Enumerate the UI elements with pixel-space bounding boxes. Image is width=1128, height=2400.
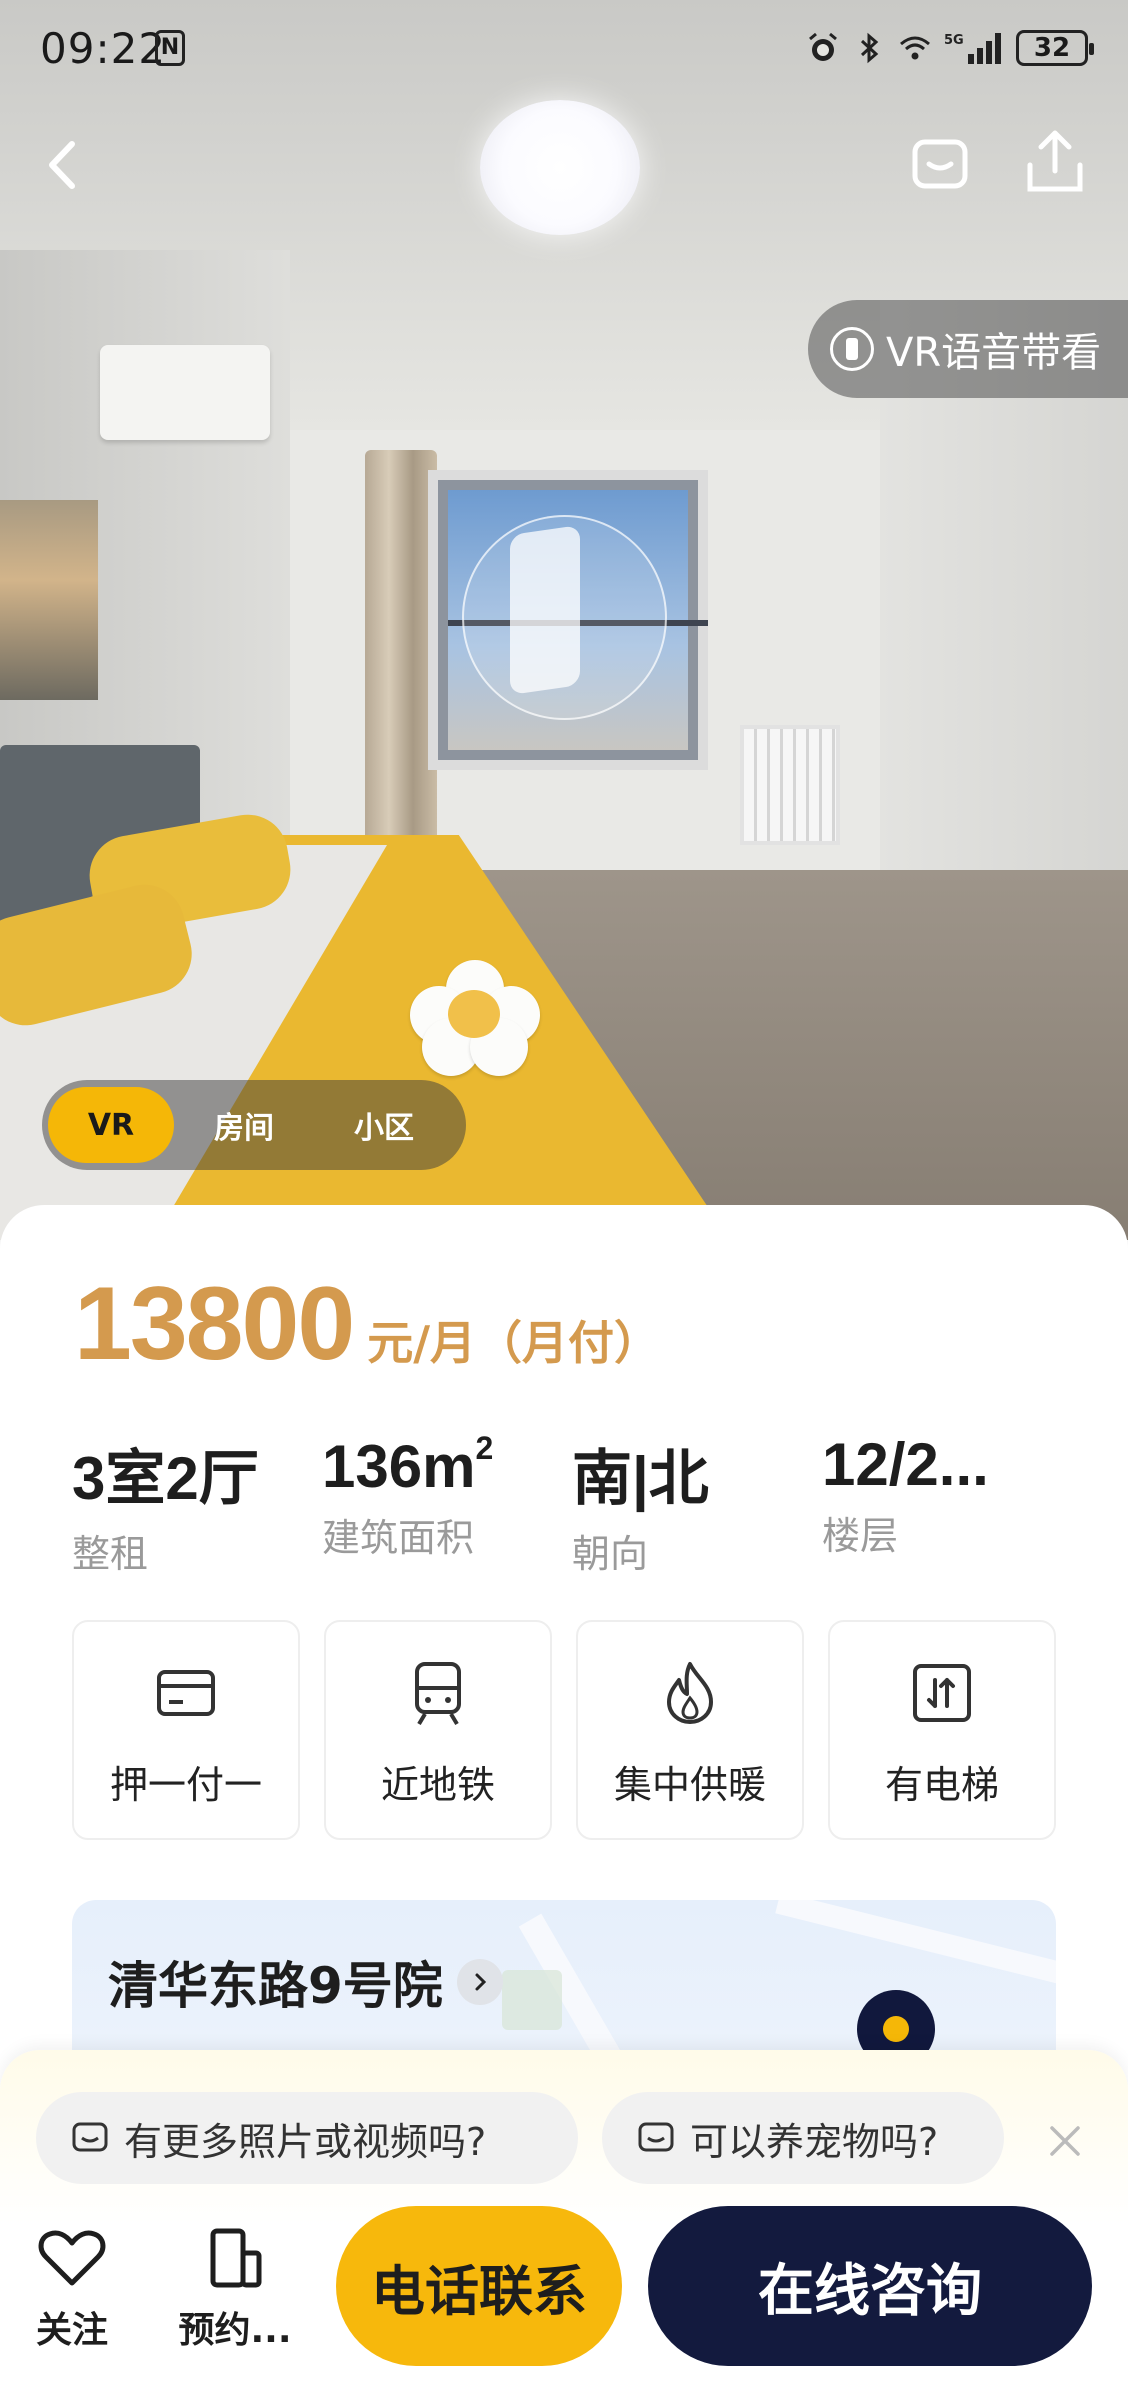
feature-tags: 押一付一 近地铁 集中供暖 有电梯 (72, 1620, 1056, 1840)
vr-icon (830, 327, 874, 371)
cellular-signal-icon: 5G (944, 33, 1001, 64)
message-icon[interactable] (905, 130, 975, 200)
vr-voice-label: VR语音带看 (886, 330, 1102, 376)
vr-hotspot-icon[interactable] (510, 525, 580, 695)
alarm-icon (809, 32, 837, 61)
card-icon (157, 1670, 215, 1716)
price-row: 13800 元/月（月付） (74, 1265, 660, 1384)
feature-subway[interactable]: 近地铁 (324, 1620, 552, 1840)
flame-icon (667, 1662, 713, 1724)
tab-community[interactable]: 小区 (314, 1087, 454, 1163)
community-name: 清华东路9号院 (108, 1957, 443, 2015)
attr-area: 136m2 建筑面积 (322, 1430, 494, 1560)
quick-question-label: 可以养宠物吗? (690, 2119, 939, 2164)
book-viewing-button[interactable]: 预约... (160, 2225, 310, 2353)
feature-deposit[interactable]: 押一付一 (72, 1620, 300, 1840)
building-icon (210, 2228, 262, 2288)
air-conditioner (100, 345, 270, 440)
online-consult-button[interactable]: 在线咨询 (648, 2206, 1092, 2366)
chat-bubble-icon (72, 2122, 108, 2152)
wall-painting (0, 500, 98, 700)
rent-price: 13800 (74, 1266, 355, 1382)
svg-text:5G: 5G (944, 33, 964, 48)
wifi-icon (900, 36, 930, 60)
feature-elevator[interactable]: 有电梯 (828, 1620, 1056, 1840)
chat-bubble-icon (638, 2122, 674, 2152)
quick-question-photos[interactable]: 有更多照片或视频吗? (36, 2092, 578, 2184)
flower-cushion (410, 960, 540, 1076)
attr-floor: 12/2... 楼层 (822, 1431, 989, 1558)
chevron-right-icon (456, 1959, 503, 2005)
listing-detail-screen: 09:22 N 5G 32 VR语音带看 VR 房间 小区 13800 元/月（… (0, 0, 1128, 2400)
status-bar: 09:22 N 5G 32 (0, 0, 1128, 100)
community-link[interactable]: 清华东路9号院 (108, 1946, 503, 2018)
quick-question-pets[interactable]: 可以养宠物吗? (602, 2092, 1004, 2184)
ceiling-lamp (480, 100, 640, 235)
battery-indicator: 32 (1016, 30, 1094, 66)
feature-heating[interactable]: 集中供暖 (576, 1620, 804, 1840)
nfc-icon: N (155, 30, 185, 66)
attr-layout: 3室2厅 整租 (72, 1445, 259, 1576)
vr-voice-tour-button[interactable]: VR语音带看 (808, 300, 1128, 398)
tab-rooms[interactable]: 房间 (174, 1087, 314, 1163)
subway-icon (415, 1662, 461, 1726)
back-arrow-icon[interactable] (30, 130, 100, 200)
tab-vr[interactable]: VR (48, 1087, 174, 1163)
status-time: 09:22 (40, 24, 167, 73)
attr-orientation: 南|北 朝向 (572, 1445, 709, 1576)
follow-button[interactable]: 关注 (32, 2225, 112, 2353)
curtain (365, 450, 437, 850)
close-icon[interactable] (1040, 2116, 1090, 2166)
elevator-icon (913, 1664, 971, 1722)
radiator (740, 725, 840, 845)
rent-unit: 元/月（月付） (367, 1316, 661, 1370)
phone-contact-button[interactable]: 电话联系 (336, 2206, 622, 2366)
bluetooth-icon (860, 32, 879, 64)
house-attributes: 3室2厅 整租 136m2 建筑面积 南|北 朝向 12/2... 楼层 (72, 1430, 1072, 1578)
quick-question-label: 有更多照片或视频吗? (124, 2119, 487, 2164)
heart-icon (38, 2230, 106, 2286)
share-icon[interactable] (1020, 125, 1090, 200)
media-mode-tabs: VR 房间 小区 (42, 1080, 466, 1170)
